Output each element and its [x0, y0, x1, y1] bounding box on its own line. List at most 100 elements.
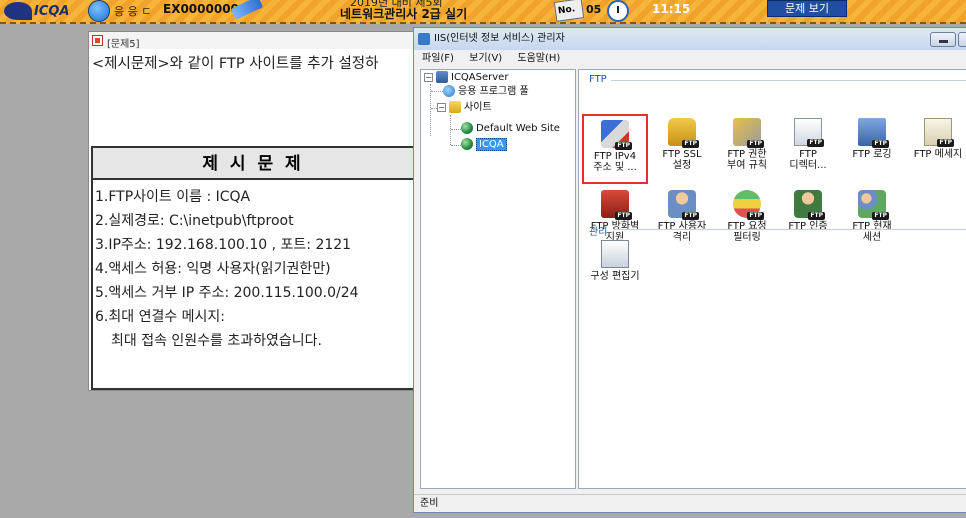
features-view: FTP FTP FTP IPv4 주소 및 ... FTP FTP SSL 설정…: [578, 69, 966, 489]
question-number-label: No.: [557, 4, 576, 17]
tree-item-label: Default Web Site: [476, 123, 560, 134]
feature-configuration-editor[interactable]: 구성 편집기: [582, 236, 648, 306]
minimize-button[interactable]: [930, 32, 956, 47]
feature-ftp-user-isolation[interactable]: FTP FTP 사용자 격리: [649, 186, 715, 256]
feature-ftp-authorization[interactable]: FTP FTP 권한 부여 규칙: [714, 114, 780, 184]
problem-line: 3.IP주소: 192.168.100.10 , 포트: 2121: [95, 237, 352, 253]
tree-item-icqa[interactable]: ICQA: [461, 138, 507, 152]
sessions-icon: FTP: [858, 190, 889, 220]
tree-item-label: 사이트: [464, 102, 492, 113]
question-number-value: 05: [586, 3, 602, 16]
tree-connector: [451, 129, 461, 130]
iis-titlebar[interactable]: IIS(인터넷 정보 서비스) 관리자: [414, 28, 966, 50]
tree-item-label: ICQA: [476, 138, 507, 151]
feature-ftp-messages[interactable]: FTP FTP 메세지: [901, 114, 966, 184]
logo-text: ICQA: [34, 4, 70, 19]
request-filter-icon: FTP: [733, 190, 764, 220]
iis-app-icon: [418, 33, 430, 45]
problem-line: 4.액세스 허용: 익명 사용자(읽기권한만): [95, 261, 331, 277]
tree-item-app-pools[interactable]: 응용 프로그램 풀: [443, 85, 529, 99]
ftp-tag: FTP: [808, 212, 825, 220]
exam-title-line2: 네트워크관리사 2급 실기: [340, 7, 468, 21]
feature-ftp-logging[interactable]: FTP FTP 로깅: [839, 114, 905, 184]
problem-window-titlebar: [문제5]: [89, 32, 417, 50]
problem-window-title: [문제5]: [107, 39, 140, 50]
view-problem-button[interactable]: 문제 보기: [767, 0, 847, 17]
collapse-icon[interactable]: −: [437, 102, 446, 112]
problem-line: 최대 접속 인원수를 초과하였습니다.: [111, 333, 322, 349]
ip-address-icon: FTP: [601, 120, 632, 150]
problem-line: 5.액세스 거부 IP 주소: 200.115.100.0/24: [95, 285, 359, 301]
feature-label: FTP 인증: [788, 221, 828, 232]
ftp-tag: FTP: [872, 140, 889, 148]
iis-manager-window: IIS(인터넷 정보 서비스) 관리자 파일(F) 보기(V) 도움말(H) −…: [413, 27, 966, 513]
ftp-tag: FTP: [747, 212, 764, 220]
menu-help[interactable]: 도움말(H): [517, 53, 560, 64]
feature-label: FTP 현재: [852, 221, 892, 232]
icqa-logo: ICQA: [4, 0, 84, 20]
problem-lines: 1.FTP사이트 이름 : ICQA 2.실제경로: C:\inetpub\ft…: [93, 180, 413, 354]
tree-connector: [450, 115, 451, 145]
problem-line: 2.실제경로: C:\inetpub\ftproot: [95, 213, 294, 229]
feature-label: FTP: [799, 149, 817, 160]
examinee-id-label: 응 응 ㄷ: [114, 5, 152, 18]
globe-icon: [461, 138, 473, 150]
directory-icon: FTP: [794, 118, 824, 147]
feature-ftp-directory[interactable]: FTP FTP 디렉터...: [775, 114, 841, 184]
ftp-tag: FTP: [872, 212, 889, 220]
question-number-icon: No.: [553, 0, 585, 22]
group-header-ftp[interactable]: FTP: [589, 74, 607, 85]
ftp-tag: FTP: [682, 140, 699, 148]
feature-ftp-ssl[interactable]: FTP FTP SSL 설정: [649, 114, 715, 184]
feature-label: 주소 및 ...: [593, 162, 637, 173]
server-icon: [436, 71, 448, 83]
collapse-icon[interactable]: −: [424, 72, 433, 82]
remaining-time: 11:15: [652, 2, 691, 16]
tree-item-sites[interactable]: − 사이트: [437, 101, 492, 115]
message-icon: FTP: [924, 118, 954, 147]
tree-item-default-web-site[interactable]: Default Web Site: [461, 122, 560, 136]
ftp-tag: FTP: [615, 212, 632, 220]
feature-label: FTP 권한: [727, 149, 767, 160]
exam-top-bar: ICQA 응 응 ㄷ EX00000000 2019년 대비 제5회 네트워크관…: [0, 0, 966, 24]
tree-item-label: ICQAServer: [451, 72, 509, 83]
sites-folder-icon: [449, 101, 461, 113]
ftp-tag: FTP: [682, 212, 699, 220]
group-divider: [613, 229, 966, 230]
logo-swoosh-icon: [4, 2, 32, 20]
feature-label: FTP 요청: [727, 221, 767, 232]
feature-label: 격리: [672, 232, 692, 243]
group-divider: [611, 80, 966, 81]
authentication-icon: FTP: [794, 190, 825, 220]
problem-window: [문제5] <제시문제>와 같이 FTP 사이트를 추가 설정하 제 시 문 제…: [88, 31, 418, 391]
feature-ftp-authentication[interactable]: FTP FTP 인증: [775, 186, 841, 256]
connections-tree: − ICQAServer 응용 프로그램 풀 − 사이트 Default Web S…: [420, 69, 576, 489]
problem-line: 1.FTP사이트 이름 : ICQA: [95, 189, 251, 205]
feature-ftp-current-sessions[interactable]: FTP FTP 현재 세션: [839, 186, 905, 256]
firewall-icon: FTP: [601, 190, 632, 220]
user-isolation-icon: FTP: [668, 190, 699, 220]
feature-label: FTP 메세지: [913, 149, 963, 160]
tree-connector: [431, 91, 443, 92]
feature-label: FTP 사용자: [657, 221, 707, 232]
feature-label: 필터링: [733, 232, 761, 243]
problem-box: 제 시 문 제 1.FTP사이트 이름 : ICQA 2.실제경로: C:\in…: [91, 146, 415, 390]
tree-item-server[interactable]: − ICQAServer: [424, 71, 508, 85]
lock-icon: FTP: [668, 118, 699, 148]
feature-label: 부여 규칙: [727, 160, 767, 171]
key-icon: FTP: [733, 118, 764, 148]
ftp-tag: FTP: [747, 140, 764, 148]
feature-label: FTP SSL: [662, 149, 702, 160]
problem-line: 6.최대 연결수 메시지:: [95, 309, 226, 325]
app-pool-icon: [443, 85, 455, 97]
status-bar: 준비: [414, 494, 966, 512]
ftp-tag: FTP: [937, 139, 954, 147]
tree-item-label: 응용 프로그램 풀: [458, 86, 529, 97]
menu-view[interactable]: 보기(V): [469, 53, 502, 64]
feature-ftp-request-filtering[interactable]: FTP FTP 요청 필터링: [714, 186, 780, 256]
menu-file[interactable]: 파일(F): [422, 53, 454, 64]
close-button[interactable]: [958, 32, 966, 47]
feature-ftp-ipv4[interactable]: FTP FTP IPv4 주소 및 ...: [582, 114, 648, 184]
log-icon: FTP: [858, 118, 889, 148]
tree-connector: [451, 145, 461, 146]
